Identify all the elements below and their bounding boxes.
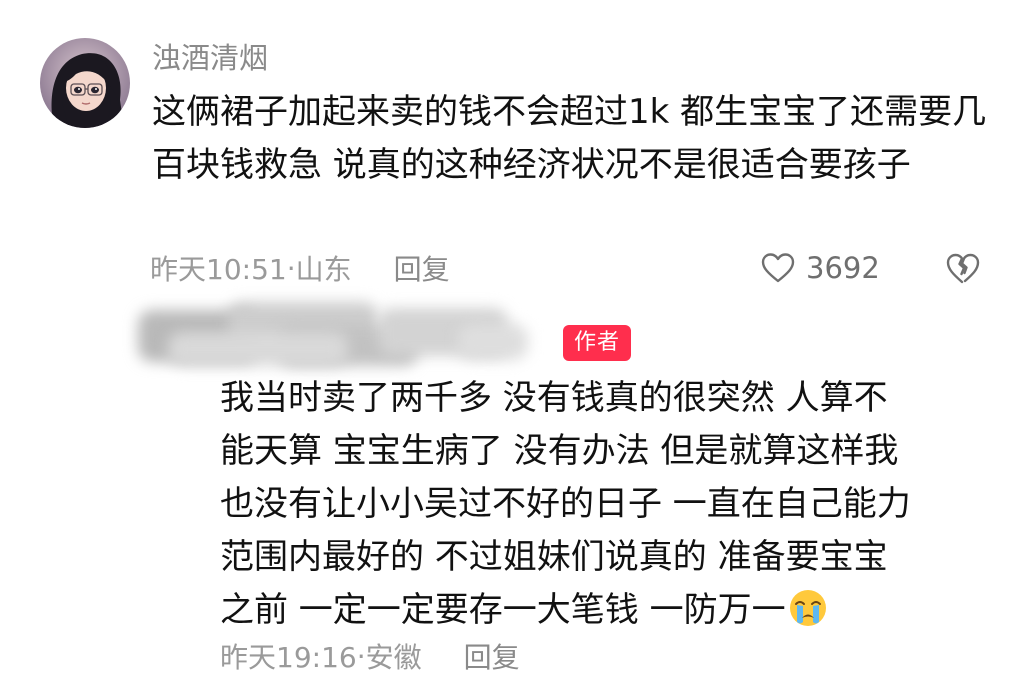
reply-line: 我当时卖了两千多 没有钱真的很突然 人算不 bbox=[220, 378, 888, 418]
comment-time: 昨天10:51 bbox=[150, 253, 287, 286]
reply-line-last: 之前 一定一定要存一大笔钱 一防万一 bbox=[220, 584, 1000, 637]
reply-line: 范围内最好的 不过姐妹们说真的 准备要宝宝 bbox=[220, 537, 888, 577]
avatar-illustration bbox=[40, 38, 130, 128]
redacted-username bbox=[128, 296, 538, 376]
reply-location: 安徽 bbox=[365, 641, 422, 674]
loudly-crying-face-icon bbox=[789, 590, 826, 626]
like-count: 3692 bbox=[806, 251, 880, 285]
reply-time: 昨天19:16 bbox=[220, 641, 357, 674]
broken-heart-icon bbox=[946, 253, 980, 284]
comment-thread: 浊酒清烟 这俩裙子加起来卖的钱不会超过1k 都生宝宝了还需要几百块钱救急 说真的… bbox=[0, 0, 1024, 692]
reply-meta: 昨天19:16 · 安徽 回复 bbox=[220, 637, 520, 675]
reply-button[interactable]: 回复 bbox=[394, 248, 450, 288]
reply-to-reply-button[interactable]: 回复 bbox=[464, 636, 520, 676]
reply-line: 也没有让小小吴过不好的日子 一直在自己能力 bbox=[220, 484, 911, 524]
meta-separator: · bbox=[286, 251, 296, 285]
author-badge: 作者 bbox=[563, 325, 631, 361]
comment-text: 这俩裙子加起来卖的钱不会超过1k 都生宝宝了还需要几百块钱救急 说真的这种经济状… bbox=[152, 92, 987, 185]
reply-text: 我当时卖了两千多 没有钱真的很突然 人算不 能天算 宝宝生病了 没有办法 但是就… bbox=[220, 372, 1000, 637]
meta-separator: · bbox=[356, 639, 366, 673]
dislike-button[interactable] bbox=[945, 250, 981, 286]
comment-username[interactable]: 浊酒清烟 bbox=[152, 40, 268, 76]
reply-line: 之前 一定一定要存一大笔钱 一防万一 bbox=[220, 590, 786, 630]
like-button[interactable]: 3692 bbox=[760, 249, 880, 287]
comment-location: 山东 bbox=[295, 253, 352, 286]
comment-meta: 昨天10:51 · 山东 回复 bbox=[150, 249, 450, 287]
reply-line: 能天算 宝宝生病了 没有办法 但是就算这样我 bbox=[220, 431, 899, 471]
heart-icon bbox=[761, 253, 795, 283]
avatar[interactable] bbox=[40, 38, 130, 128]
